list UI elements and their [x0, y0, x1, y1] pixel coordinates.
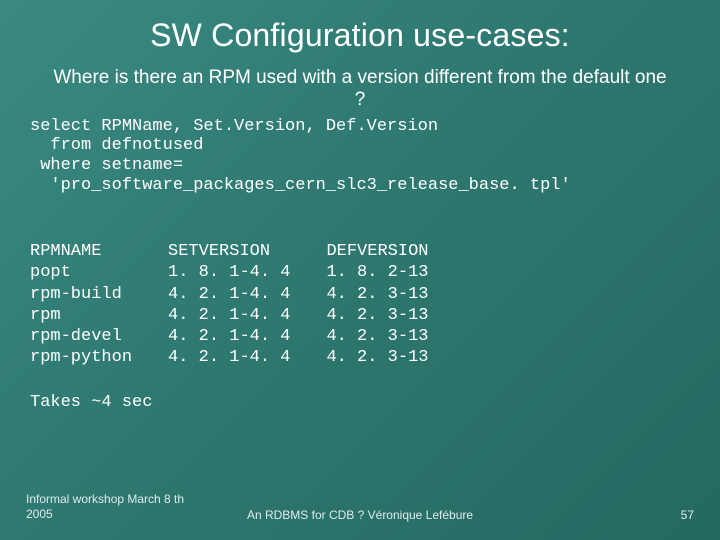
query-line: where setname=	[30, 156, 183, 175]
cell: 1. 8. 2-13	[326, 263, 428, 282]
col-header: RPMNAME	[30, 242, 101, 261]
cell: 4. 2. 3-13	[326, 348, 428, 367]
cell: 4. 2. 1-4. 4	[168, 327, 290, 346]
col-header: DEFVERSION	[326, 242, 428, 261]
cell: 4. 2. 1-4. 4	[168, 306, 290, 325]
sql-query: select RPMName, Set.Version, Def.Version…	[30, 117, 690, 195]
slide: SW Configuration use-cases: Where is the…	[0, 0, 720, 540]
cell: 4. 2. 1-4. 4	[168, 348, 290, 367]
slide-footer: Informal workshop March 8 th 2005 An RDB…	[0, 492, 720, 522]
slide-subtitle: Where is there an RPM used with a versio…	[50, 67, 670, 111]
cell: rpm-python	[30, 348, 132, 367]
cell: 4. 2. 3-13	[326, 327, 428, 346]
query-line: 'pro_software_packages_cern_slc3_release…	[30, 176, 571, 195]
footer-date: Informal workshop March 8 th 2005	[26, 492, 196, 522]
cell: 4. 2. 3-13	[326, 306, 428, 325]
cell: popt	[30, 263, 71, 282]
timing-note: Takes ~4 sec	[30, 393, 690, 412]
slide-title: SW Configuration use-cases:	[30, 18, 690, 53]
results-col-setversion: SETVERSION 1. 8. 1-4. 4 4. 2. 1-4. 4 4. …	[168, 241, 290, 369]
query-line: select RPMName, Set.Version, Def.Version	[30, 117, 438, 136]
cell: 4. 2. 3-13	[326, 285, 428, 304]
results-col-defversion: DEFVERSION 1. 8. 2-13 4. 2. 3-13 4. 2. 3…	[326, 241, 428, 369]
cell: rpm-devel	[30, 327, 122, 346]
cell: 1. 8. 1-4. 4	[168, 263, 290, 282]
page-number: 57	[681, 508, 694, 522]
query-line: from defnotused	[30, 136, 203, 155]
results-col-rpmname: RPMNAME popt rpm-build rpm rpm-devel rpm…	[30, 241, 132, 369]
cell: rpm	[30, 306, 61, 325]
cell: 4. 2. 1-4. 4	[168, 285, 290, 304]
results-table: RPMNAME popt rpm-build rpm rpm-devel rpm…	[30, 241, 690, 369]
col-header: SETVERSION	[168, 242, 270, 261]
cell: rpm-build	[30, 285, 122, 304]
footer-title: An RDBMS for CDB ? Véronique Lefébure	[247, 508, 473, 522]
